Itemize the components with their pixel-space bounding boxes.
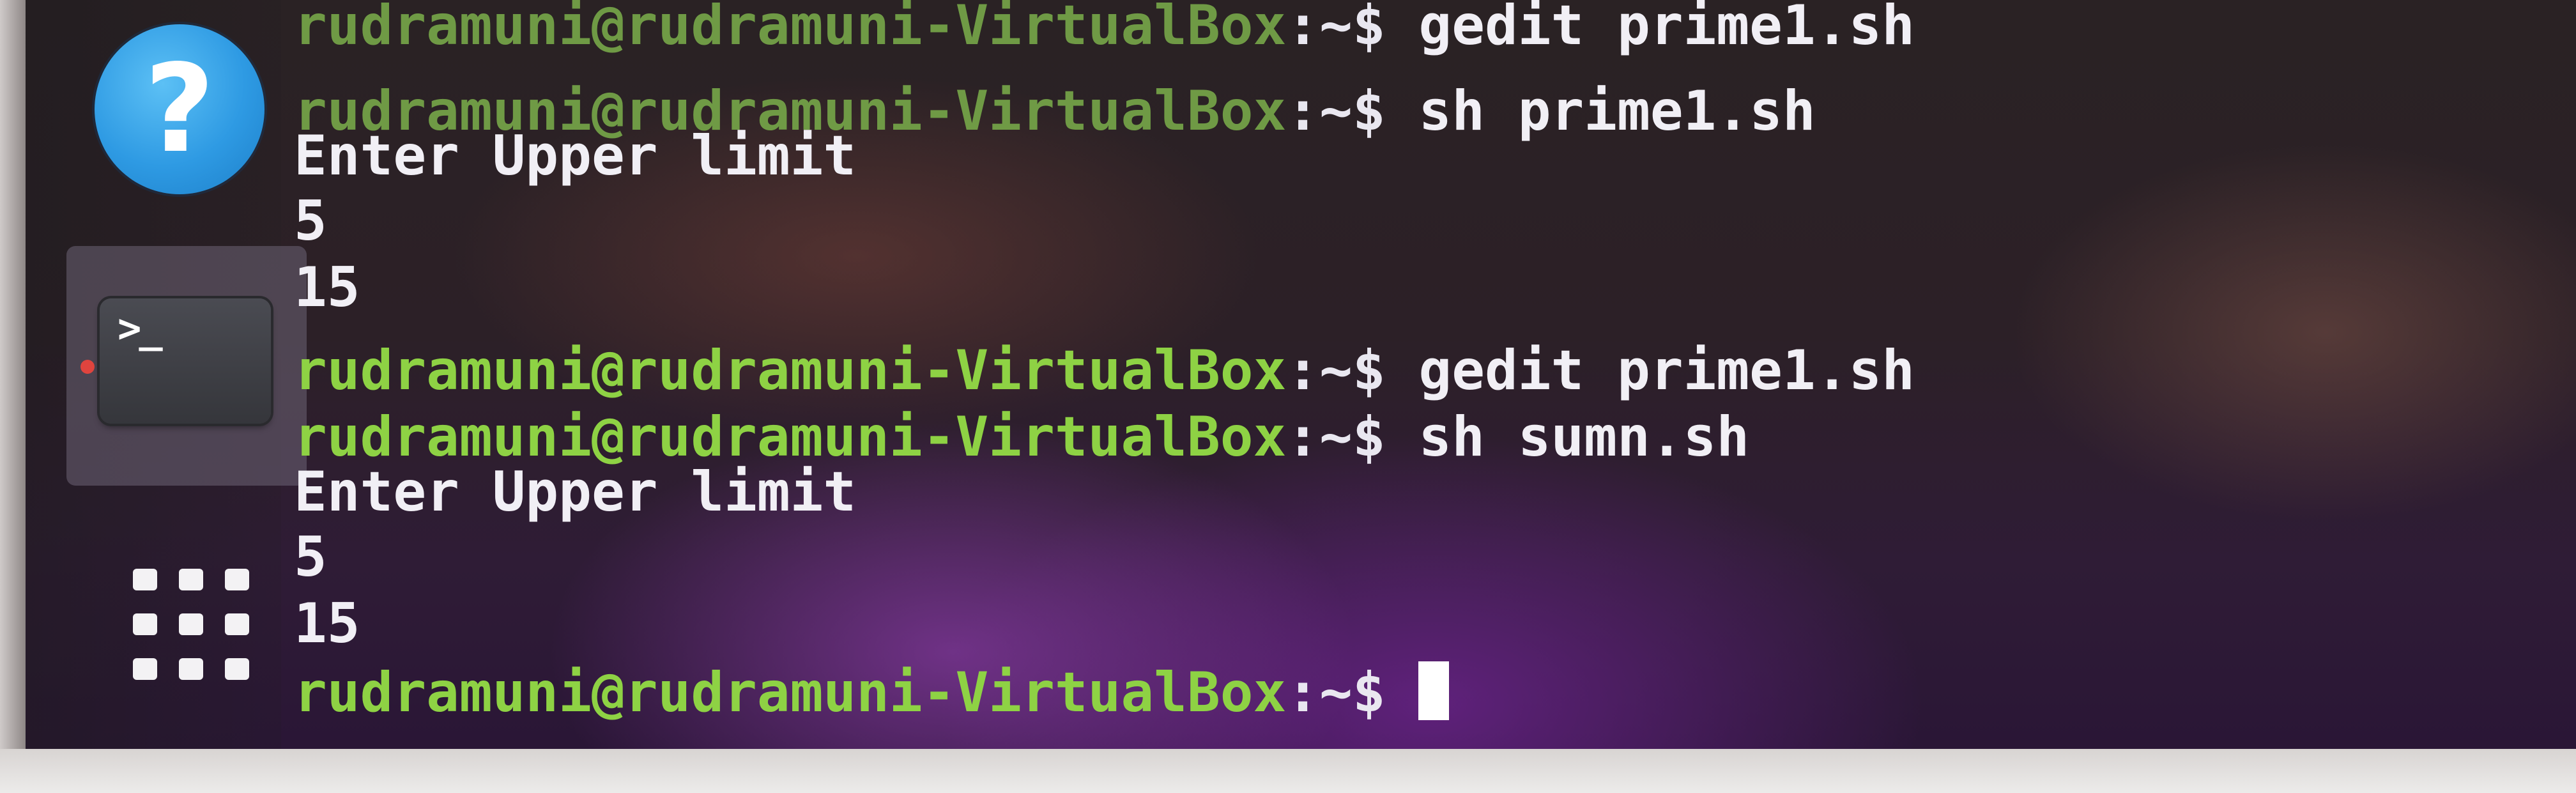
screen: ? >_ rudramuni@rudramuni-VirtualBox:~$ g…: [0, 0, 2576, 793]
prompt-path: :~$: [1286, 79, 1386, 143]
terminal-output[interactable]: rudramuni@rudramuni-VirtualBox:~$ gedit …: [294, 0, 2530, 749]
terminal-line: rudramuni@rudramuni-VirtualBox:~$: [294, 661, 1450, 725]
grid-dot: [179, 569, 203, 590]
grid-dot: [225, 569, 249, 590]
prompt-path: :~$: [1286, 339, 1386, 403]
terminal-line: 5: [294, 189, 327, 253]
command-text: gedit prime1.sh: [1385, 339, 1915, 403]
dock-item-terminal[interactable]: >_: [66, 246, 307, 486]
output-text: 15: [294, 256, 360, 320]
grid-dot: [133, 569, 157, 590]
terminal-line: 5: [294, 525, 327, 589]
terminal-line: 15: [294, 256, 360, 320]
dock: ? >_: [26, 0, 307, 749]
terminal-line: rudramuni@rudramuni-VirtualBox:~$ gedit …: [294, 0, 1915, 58]
prompt-path: :~$: [1286, 661, 1386, 725]
show-applications-grid-icon[interactable]: [133, 569, 254, 684]
grid-dot: [179, 658, 203, 680]
text-cursor[interactable]: [1418, 661, 1450, 720]
prompt-path: :~$: [1286, 405, 1386, 469]
output-text: 15: [294, 592, 360, 656]
grid-dot: [133, 613, 157, 635]
prompt-user-host: rudramuni@rudramuni-VirtualBox: [294, 0, 1287, 58]
terminal-line: Enter Upper limit: [294, 460, 856, 524]
output-text: 5: [294, 189, 327, 253]
command-text: [1386, 661, 1419, 725]
prompt-user-host: rudramuni@rudramuni-VirtualBox: [294, 405, 1287, 469]
command-text: sh sumn.sh: [1385, 405, 1750, 469]
command-text: sh prime1.sh: [1385, 79, 1816, 143]
prompt-user-host: rudramuni@rudramuni-VirtualBox: [294, 339, 1287, 403]
screen-bezel-left: [0, 0, 26, 749]
prompt-user-host: rudramuni@rudramuni-VirtualBox: [294, 661, 1287, 725]
terminal-prompt-glyph: >_: [118, 305, 163, 351]
running-indicator: [80, 360, 95, 374]
terminal-line: 15: [294, 592, 360, 656]
prompt-path: :~$: [1286, 0, 1386, 58]
command-text: gedit prime1.sh: [1385, 0, 1915, 58]
output-text: 5: [294, 525, 327, 589]
output-text: Enter Upper limit: [294, 460, 857, 524]
help-glyph: ?: [144, 38, 215, 180]
terminal-line: Enter Upper limit: [294, 124, 856, 188]
terminal-icon: >_: [100, 298, 271, 424]
help-question-icon[interactable]: ?: [95, 24, 264, 194]
output-text: Enter Upper limit: [294, 124, 857, 188]
terminal-line: rudramuni@rudramuni-VirtualBox:~$ sh sum…: [294, 405, 1749, 469]
terminal-line: rudramuni@rudramuni-VirtualBox:~$ gedit …: [294, 339, 1915, 403]
grid-dot: [225, 613, 249, 635]
grid-dot: [133, 658, 157, 680]
grid-dot: [179, 613, 203, 635]
grid-dot: [225, 658, 249, 680]
